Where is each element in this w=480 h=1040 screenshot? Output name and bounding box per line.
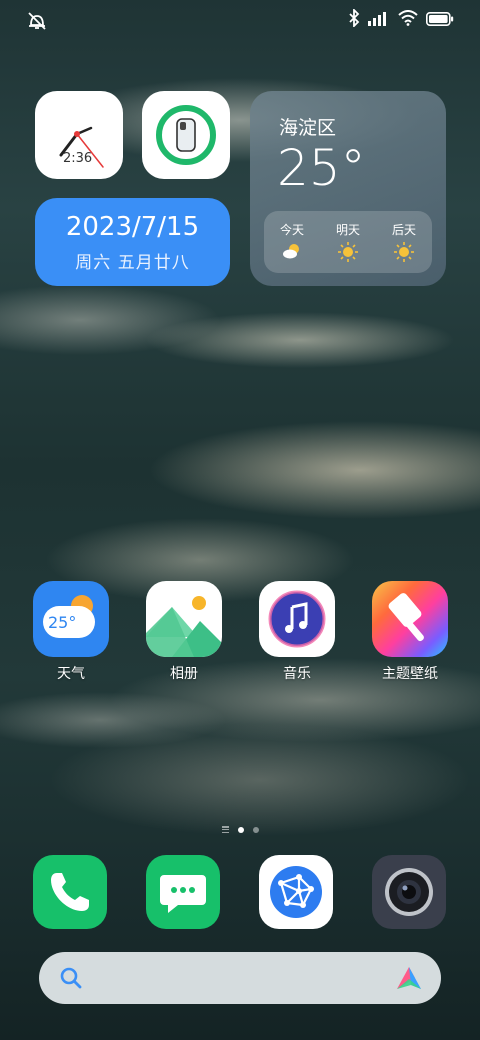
- ai-assistant-icon[interactable]: [395, 965, 423, 991]
- app-weather[interactable]: 25° 天气: [33, 581, 109, 683]
- mute-vibrate-icon: [26, 10, 48, 32]
- themes-icon: [372, 581, 448, 657]
- forecast-day: 后天: [392, 221, 416, 262]
- weather-icon: 25°: [33, 581, 109, 657]
- page-dot-active: [237, 826, 244, 833]
- status-icons: [348, 7, 454, 31]
- lunar-date-text: 周六 五月廿八: [75, 253, 190, 273]
- browser-icon: [270, 866, 322, 918]
- date-text: 2023/7/15: [65, 212, 200, 242]
- forecast-day: 明天: [336, 221, 360, 262]
- forecast-day: 今天: [280, 221, 304, 260]
- forecast-day-label: 明天: [335, 223, 360, 237]
- app-gallery[interactable]: 相册: [146, 581, 222, 683]
- date-widget[interactable]: 2023/7/15 周六 五月廿八: [35, 198, 230, 286]
- dock-browser[interactable]: [259, 855, 333, 929]
- dock-phone[interactable]: [33, 855, 107, 929]
- feed-page-indicator-icon: [221, 826, 229, 833]
- camera-icon: [385, 868, 433, 916]
- weather-city: 海淀区: [279, 117, 337, 139]
- search-bar[interactable]: [39, 952, 441, 1004]
- app-label: 相册: [170, 666, 198, 682]
- page-indicator[interactable]: [0, 826, 480, 833]
- weather-icon-badge: 25°: [48, 613, 76, 632]
- app-label: 音乐: [283, 666, 311, 682]
- app-label: 天气: [57, 666, 85, 682]
- gallery-icon: [146, 581, 222, 657]
- battery-icon: [426, 11, 454, 30]
- music-icon: [259, 581, 335, 657]
- bluetooth-icon: [348, 7, 360, 31]
- device-battery-ring-icon: [156, 105, 216, 165]
- signal-icon: [368, 11, 390, 30]
- dock-messages[interactable]: [146, 855, 220, 929]
- forecast-day-label: 今天: [279, 223, 304, 237]
- messages-icon: [160, 875, 206, 913]
- sunny-icon: [337, 242, 358, 262]
- phone-icon: [51, 873, 89, 911]
- forecast-day-label: 后天: [391, 223, 416, 237]
- app-label: 主题壁纸: [382, 666, 438, 682]
- clock-digital-time: 2:36: [63, 151, 93, 166]
- weather-temperature: 25°: [277, 139, 366, 197]
- clock-widget[interactable]: 2:36: [35, 91, 123, 179]
- app-themes[interactable]: 主题壁纸: [372, 581, 448, 683]
- weather-forecast: 今天 明天 后天: [264, 211, 432, 273]
- partly-cloudy-icon: [282, 244, 299, 259]
- app-music[interactable]: 音乐: [259, 581, 335, 683]
- search-icon: [60, 967, 82, 989]
- status-bar: [0, 0, 480, 40]
- page-dot: [252, 826, 259, 833]
- sunny-icon: [393, 242, 414, 262]
- dock-camera[interactable]: [372, 855, 446, 929]
- wifi-icon: [398, 10, 418, 30]
- device-widget[interactable]: [142, 91, 230, 179]
- weather-widget[interactable]: 海淀区 25° 今天 明天 后天: [250, 91, 446, 286]
